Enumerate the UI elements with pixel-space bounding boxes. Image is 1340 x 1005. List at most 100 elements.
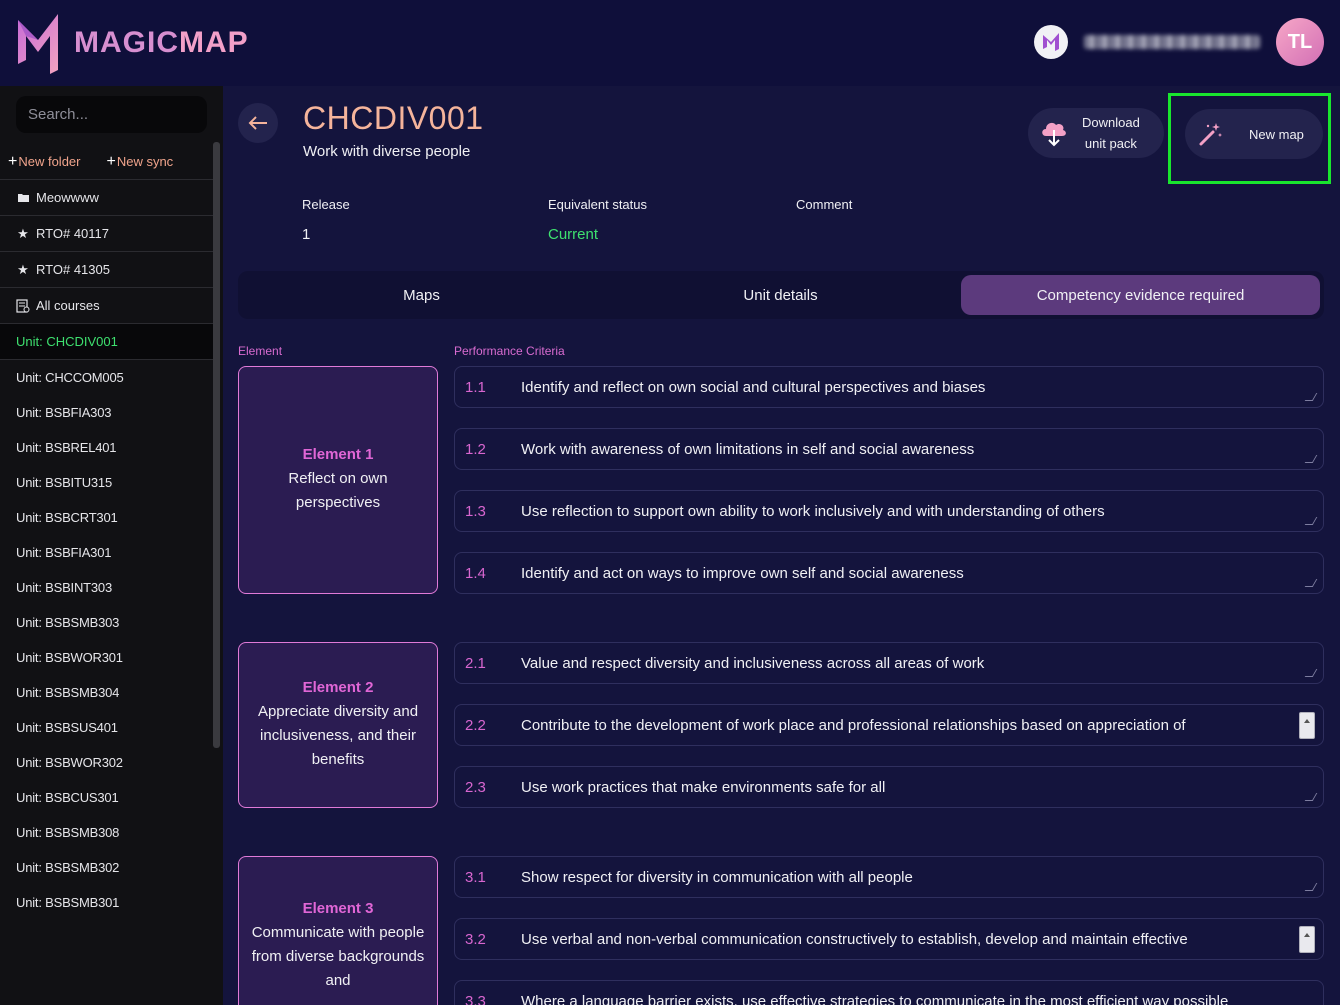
criteria-row[interactable]: 1.2 Work with awareness of own limitation… [454,428,1324,470]
sidebar-item-unit[interactable]: Unit: BSBWOR302 [0,745,213,780]
criteria-text[interactable]: Work with awareness of own limitations i… [521,441,1323,458]
element-name: Reflect on own perspectives [288,469,388,511]
star-icon: ★ [17,261,29,277]
criteria-text[interactable]: Where a language barrier exists, use eff… [521,993,1323,1005]
criteria-column-header: Performance Criteria [454,344,565,358]
criteria-number: 3.2 [465,930,486,948]
plus-icon: + [106,152,116,170]
sidebar-item-unit[interactable]: Unit: BSBSMB308 [0,815,213,850]
criteria-number: 1.1 [465,378,486,396]
page-subtitle: Work with diverse people [303,143,471,160]
element-number: Element 1 [302,445,374,463]
sidebar-list: Meowwww ★ RTO# 40117 ★ RTO# 41305 All co… [0,180,213,920]
sidebar-item-unit[interactable]: Unit: BSBWOR301 [0,640,213,675]
sidebar-item-all-courses[interactable]: All courses [0,288,213,324]
element-card: Element 2 Appreciate diversity and inclu… [238,642,438,808]
search-input[interactable] [28,106,227,123]
element-number: Element 2 [302,678,374,696]
download-label: Download unit pack [1082,115,1140,151]
tab-maps[interactable]: Maps [242,275,601,315]
cloud-download-icon [1042,122,1066,147]
new-sync-button[interactable]: + New sync [106,153,173,171]
org-logo-icon[interactable] [1034,25,1068,59]
criteria-text[interactable]: Identify and reflect on own social and c… [521,379,1323,396]
release-value: 1 [302,226,311,243]
criteria-number: 2.2 [465,716,486,734]
sidebar-item-unit[interactable]: Unit: BSBSMB302 [0,850,213,885]
comment-label: Comment [796,197,853,212]
criteria-row[interactable]: 2.1 Value and respect diversity and inclu… [454,642,1324,684]
criteria-number: 1.4 [465,564,486,582]
criteria-number: 3.1 [465,868,486,886]
scroll-control-icon[interactable] [1299,926,1315,953]
criteria-text[interactable]: Value and respect diversity and inclusiv… [521,655,1323,672]
criteria-number: 2.3 [465,778,486,796]
criteria-row[interactable]: 1.4 Identify and act on ways to improve o… [454,552,1324,594]
sidebar-item-unit[interactable]: Unit: BSBSUS401 [0,710,213,745]
tab-unit-details[interactable]: Unit details [601,275,960,315]
element-column-header: Element [238,344,283,358]
tab-bar: Maps Unit details Competency evidence re… [238,271,1324,319]
magicmap-logo-icon [18,14,58,74]
sidebar-scrollbar[interactable] [213,142,220,748]
logo-text: MAGICMAP [74,26,249,59]
status-label: Equivalent status [548,197,648,212]
criteria-text[interactable]: Use work practices that make environment… [521,779,1323,796]
page-title: CHCDIV001 [303,100,484,136]
tab-competency-evidence[interactable]: Competency evidence required [961,275,1320,315]
avatar[interactable]: TL [1276,18,1324,66]
criteria-text[interactable]: Use verbal and non-verbal communication … [521,931,1323,948]
criteria-number: 3.3 [465,992,486,1005]
criteria-row[interactable]: 3.1 Show respect for diversity in communi… [454,856,1324,898]
element-name: Appreciate diversity and inclusiveness, … [257,702,419,768]
new-folder-button[interactable]: + New folder [8,153,80,171]
sidebar-item-unit[interactable]: Unit: BSBSMB304 [0,675,213,710]
arrow-left-icon [248,116,267,130]
sidebar-item-rto-40117[interactable]: ★ RTO# 40117 [0,216,213,252]
user-area: TL [1034,18,1324,66]
unit-list: Unit: CHCCOM005 Unit: BSBFIA303 Unit: BSBR… [0,360,213,920]
criteria-row[interactable]: 3.2 Use verbal and non-verbal communicati… [454,918,1324,960]
sidebar-item-unit[interactable]: Unit: BSBCUS301 [0,780,213,815]
element-name: Communicate with people from diverse bac… [251,923,425,989]
new-map-button[interactable]: New map [1185,109,1323,159]
scroll-control-icon[interactable] [1299,712,1315,739]
sidebar-item-unit[interactable]: Unit: BSBITU315 [0,465,213,500]
sidebar: +New folder +New sync Meowwww ★ RTO# 401… [0,86,227,1005]
release-label: Release [302,197,350,212]
download-unit-pack-button[interactable]: Download unit pack [1028,108,1164,158]
back-button[interactable] [238,103,278,143]
sidebar-item-unit[interactable]: Unit: BSBSMB303 [0,605,213,640]
criteria-number: 1.3 [465,502,486,520]
sidebar-item-folder[interactable]: Meowwww [0,180,213,216]
courses-icon [16,298,30,313]
sidebar-item-active-unit[interactable]: Unit: CHCDIV001 [0,324,213,360]
criteria-number: 1.2 [465,440,486,458]
criteria-text[interactable]: Contribute to the development of work pl… [521,717,1323,734]
element-card: Element 3 Communicate with people from d… [238,856,438,1005]
sidebar-item-unit[interactable]: Unit: BSBINT303 [0,570,213,605]
sidebar-item-unit[interactable]: Unit: CHCCOM005 [0,360,213,395]
element-card: Element 1 Reflect on own perspectives [238,366,438,594]
top-bar: MAGICMAP TL [0,0,1340,86]
criteria-row[interactable]: 2.3 Use work practices that make environm… [454,766,1324,808]
criteria-row[interactable]: 1.3 Use reflection to support own ability… [454,490,1324,532]
criteria-row[interactable]: 3.3 Where a language barrier exists, use … [454,980,1324,1005]
user-email-blurred [1084,35,1260,49]
sidebar-item-unit[interactable]: Unit: BSBCRT301 [0,500,213,535]
app-logo[interactable]: MAGICMAP [14,12,249,74]
criteria-text[interactable]: Identify and act on ways to improve own … [521,565,1323,582]
criteria-text[interactable]: Show respect for diversity in communicat… [521,869,1323,886]
sidebar-item-rto-41305[interactable]: ★ RTO# 41305 [0,252,213,288]
search-box [16,96,227,133]
sidebar-actions: + New folder + New sync [0,144,213,180]
plus-icon: + [8,152,18,170]
criteria-text[interactable]: Use reflection to support own ability to… [521,503,1323,520]
criteria-row[interactable]: 1.1 Identify and reflect on own social an… [454,366,1324,408]
sidebar-item-unit[interactable]: Unit: BSBREL401 [0,430,213,465]
sidebar-item-unit[interactable]: Unit: BSBFIA303 [0,395,213,430]
sidebar-item-unit[interactable]: Unit: BSBSMB301 [0,885,213,920]
new-map-highlight: New map [1168,93,1331,184]
criteria-row[interactable]: 2.2 Contribute to the development of work… [454,704,1324,746]
sidebar-item-unit[interactable]: Unit: BSBFIA301 [0,535,213,570]
